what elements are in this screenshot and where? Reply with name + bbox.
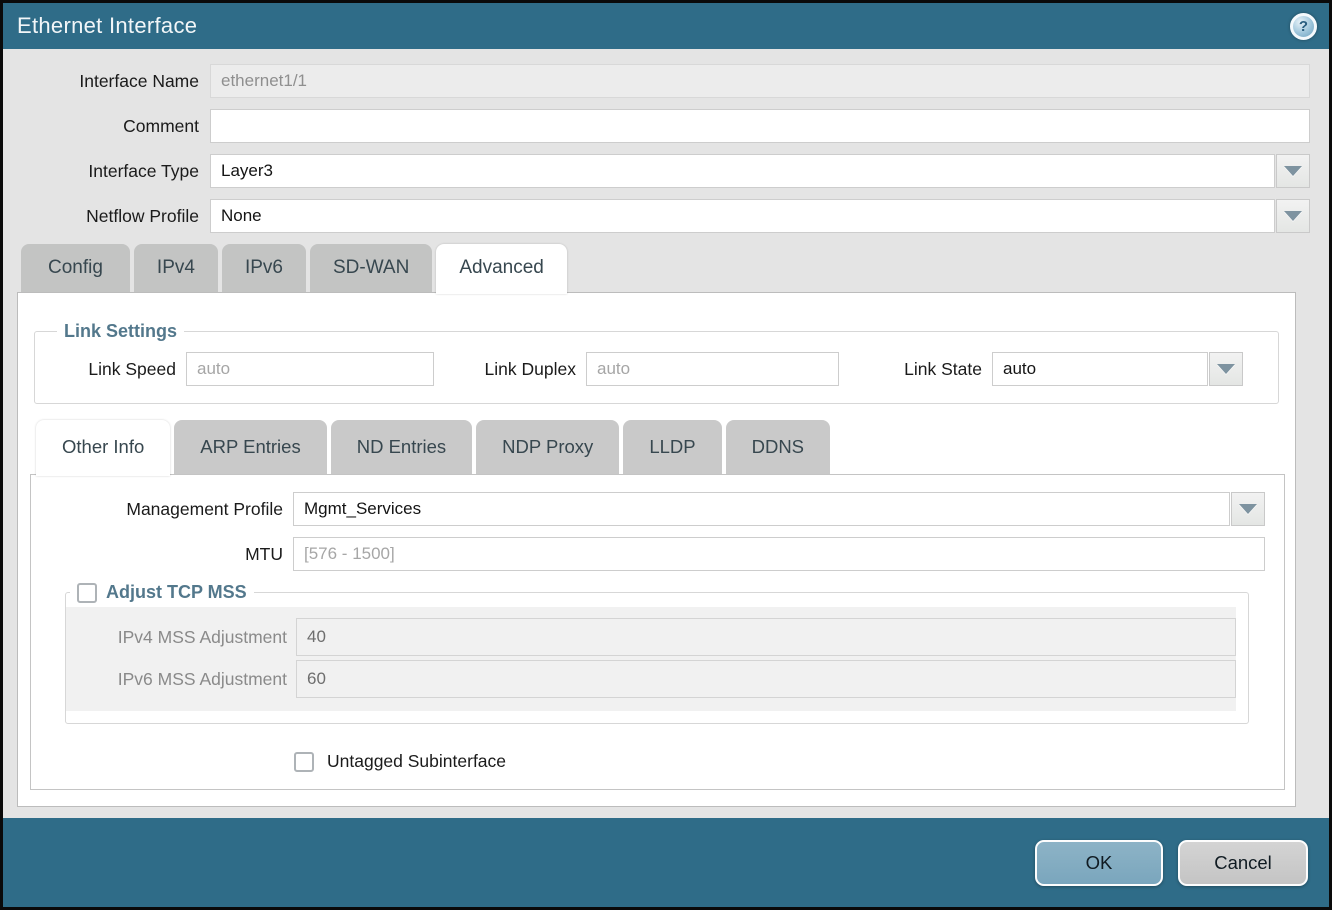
link-state-dropdown-button[interactable]: [1209, 352, 1243, 386]
netflow-profile-label: Netflow Profile: [3, 206, 210, 227]
link-speed-label: Link Speed: [51, 359, 186, 380]
chevron-down-icon: [1284, 166, 1302, 176]
inner-tab-bar: Other Info ARP Entries ND Entries NDP Pr…: [36, 420, 1295, 474]
link-duplex-field[interactable]: [586, 352, 839, 386]
comment-row: Comment: [3, 109, 1310, 143]
link-settings-fieldset: Link Settings Link Speed Link Duplex Lin…: [34, 321, 1279, 404]
chevron-down-icon: [1284, 211, 1302, 221]
main-tab-bar: Config IPv4 IPv6 SD-WAN Advanced: [21, 244, 1310, 292]
tab-advanced[interactable]: Advanced: [436, 244, 567, 294]
link-state-select[interactable]: [992, 352, 1208, 386]
ipv4-mss-label: IPv4 MSS Adjustment: [66, 627, 296, 648]
netflow-profile-dropdown-button[interactable]: [1276, 199, 1310, 233]
ipv4-mss-row: IPv4 MSS Adjustment: [66, 618, 1236, 656]
ethernet-interface-dialog: Ethernet Interface ? Interface Name Comm…: [0, 0, 1332, 910]
management-profile-row: Management Profile: [31, 492, 1265, 526]
interface-type-select[interactable]: [210, 154, 1275, 188]
help-icon[interactable]: ?: [1290, 13, 1317, 40]
tab-arp-entries[interactable]: ARP Entries: [174, 420, 326, 474]
chevron-down-icon: [1217, 364, 1235, 374]
mtu-row: MTU: [31, 537, 1265, 571]
mss-settings-box: IPv4 MSS Adjustment IPv6 MSS Adjustment: [66, 607, 1236, 711]
netflow-profile-row: Netflow Profile: [3, 199, 1310, 233]
tab-sdwan[interactable]: SD-WAN: [310, 244, 432, 292]
cancel-button[interactable]: Cancel: [1178, 840, 1308, 886]
link-state-label: Link State: [839, 359, 992, 380]
ipv6-mss-row: IPv6 MSS Adjustment: [66, 660, 1236, 698]
untagged-subinterface-checkbox[interactable]: [294, 752, 314, 772]
ipv6-mss-field: [296, 660, 1236, 698]
management-profile-label: Management Profile: [31, 499, 293, 520]
tab-other-info[interactable]: Other Info: [36, 420, 170, 476]
mtu-field[interactable]: [293, 537, 1265, 571]
management-profile-select[interactable]: [293, 492, 1230, 526]
tab-lldp[interactable]: LLDP: [623, 420, 721, 474]
untagged-subinterface-label: Untagged Subinterface: [327, 751, 506, 772]
interface-type-label: Interface Type: [3, 161, 210, 182]
tab-nd-entries[interactable]: ND Entries: [331, 420, 472, 474]
chevron-down-icon: [1239, 504, 1257, 514]
dialog-title: Ethernet Interface: [17, 13, 197, 39]
link-duplex-label: Link Duplex: [434, 359, 586, 380]
other-info-panel: Management Profile MTU Adjust TCP: [30, 474, 1285, 790]
ok-button[interactable]: OK: [1035, 840, 1163, 886]
dialog-body: Interface Name Comment Interface Type Ne…: [3, 49, 1329, 818]
tab-ipv4[interactable]: IPv4: [134, 244, 218, 292]
title-bar: Ethernet Interface ?: [3, 3, 1329, 49]
link-speed-field[interactable]: [186, 352, 434, 386]
comment-field[interactable]: [210, 109, 1310, 143]
netflow-profile-select[interactable]: [210, 199, 1275, 233]
adjust-tcp-mss-fieldset: Adjust TCP MSS IPv4 MSS Adjustment IPv6 …: [65, 582, 1249, 724]
advanced-tab-panel: Link Settings Link Speed Link Duplex Lin…: [17, 292, 1296, 807]
link-settings-legend: Link Settings: [57, 321, 184, 342]
ipv4-mss-field: [296, 618, 1236, 656]
interface-type-dropdown-button[interactable]: [1276, 154, 1310, 188]
adjust-tcp-mss-label: Adjust TCP MSS: [106, 582, 247, 603]
ipv6-mss-label: IPv6 MSS Adjustment: [66, 669, 296, 690]
tab-config[interactable]: Config: [21, 244, 130, 292]
interface-name-field: [210, 64, 1310, 98]
mtu-label: MTU: [31, 544, 293, 565]
tab-ipv6[interactable]: IPv6: [222, 244, 306, 292]
tab-ndp-proxy[interactable]: NDP Proxy: [476, 420, 619, 474]
footer-bar: OK Cancel: [3, 818, 1329, 907]
interface-name-label: Interface Name: [3, 71, 210, 92]
management-profile-dropdown-button[interactable]: [1231, 492, 1265, 526]
untagged-subinterface-row: Untagged Subinterface: [294, 751, 1265, 772]
tab-ddns[interactable]: DDNS: [726, 420, 830, 474]
comment-label: Comment: [3, 116, 210, 137]
interface-type-row: Interface Type: [3, 154, 1310, 188]
adjust-tcp-mss-checkbox[interactable]: [77, 583, 97, 603]
interface-name-row: Interface Name: [3, 64, 1310, 98]
